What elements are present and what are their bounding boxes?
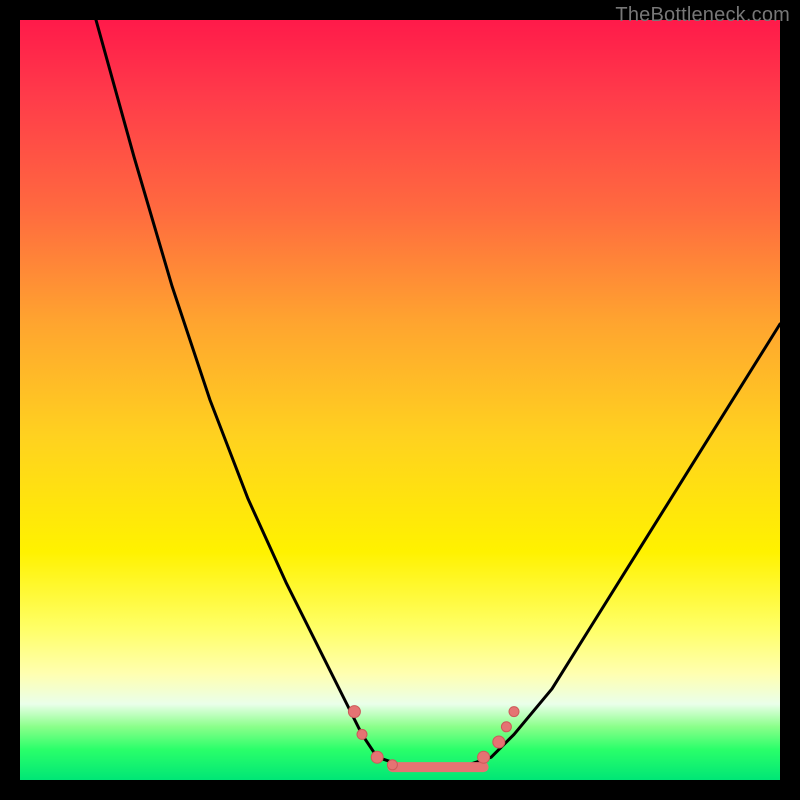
curve-marker xyxy=(387,760,397,770)
curve-marker xyxy=(371,751,383,763)
curve-marker xyxy=(493,736,505,748)
curve-markers xyxy=(348,706,519,770)
curve-marker xyxy=(509,707,519,717)
curve-marker xyxy=(348,706,360,718)
bottleneck-curve-chart xyxy=(20,20,780,780)
curve-marker xyxy=(501,722,511,732)
curve-marker xyxy=(357,729,367,739)
v-curve xyxy=(96,20,780,769)
curve-marker xyxy=(478,751,490,763)
